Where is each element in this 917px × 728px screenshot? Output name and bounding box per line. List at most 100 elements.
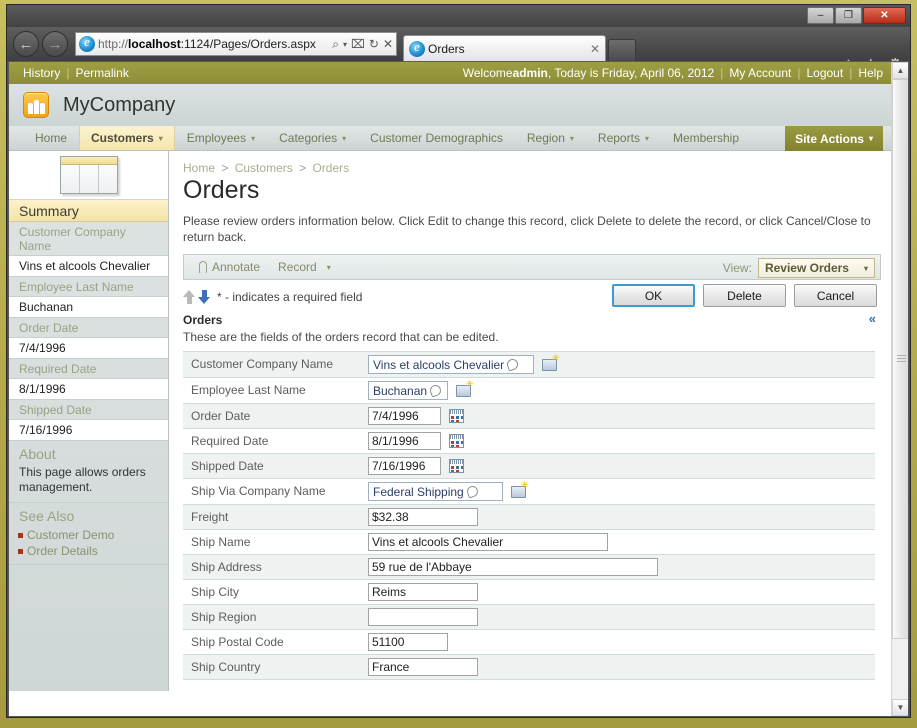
main-content: Home > Customers > Orders Orders Please …	[169, 151, 893, 691]
welcome-prefix: Welcome	[462, 66, 513, 80]
scroll-down-button[interactable]: ▼	[892, 699, 908, 716]
search-icon[interactable]: ⌕	[332, 37, 339, 52]
ship-via-company-name-lookup[interactable]: Federal Shipping	[368, 482, 503, 501]
delete-button-top[interactable]: Delete	[703, 284, 786, 307]
site-actions-button[interactable]: Site Actions ▾	[785, 126, 883, 151]
calendar-icon[interactable]	[449, 459, 464, 473]
form-row-customer-company-name: Customer Company Name Vins et alcools Ch…	[183, 352, 875, 378]
logout-link[interactable]: Logout	[806, 66, 843, 80]
title-bar: – ❐ ✕	[7, 5, 910, 27]
arrow-up-icon[interactable]	[183, 290, 195, 304]
required-date-input[interactable]: 8/1/1996	[368, 432, 441, 450]
forward-button[interactable]: →	[42, 31, 68, 57]
watermark-text: www.heritagechristiancollege.com	[169, 689, 195, 691]
ship-city-input[interactable]: Reims	[368, 583, 478, 601]
pencil-icon[interactable]	[428, 383, 443, 398]
logo-person-3	[39, 103, 45, 114]
field-label: Ship Address	[183, 555, 363, 579]
menu-label: Region	[526, 131, 565, 145]
menu-item-customer-demographics[interactable]: Customer Demographics	[358, 126, 515, 150]
ship-address-input[interactable]: 59 rue de l'Abbaye	[368, 558, 658, 576]
menu-item-reports[interactable]: Reports ▾	[586, 126, 661, 150]
field-value: 7/4/1996	[372, 409, 419, 423]
view-select[interactable]: Review Orders ▾	[757, 258, 875, 278]
form-row-freight: Freight $32.38	[183, 505, 875, 530]
new-record-icon[interactable]	[542, 354, 560, 371]
scroll-up-button[interactable]: ▲	[892, 62, 908, 79]
menu-label: Categories	[279, 131, 338, 145]
scrollbar-thumb[interactable]	[892, 79, 908, 639]
menu-item-home[interactable]: Home	[23, 126, 79, 150]
collapse-section-icon[interactable]: «	[869, 312, 876, 325]
triangle-up-icon: ▲	[896, 66, 905, 75]
close-button[interactable]: ✕	[863, 7, 906, 24]
cancel-label: Cancel	[816, 288, 855, 303]
ok-button-top[interactable]: OK	[612, 284, 695, 307]
menu-label: Customers	[91, 131, 154, 145]
back-button[interactable]: ←	[13, 31, 39, 57]
arrow-down-icon[interactable]	[198, 290, 210, 304]
my-account-link[interactable]: My Account	[729, 66, 791, 80]
calendar-icon[interactable]	[449, 409, 464, 423]
ship-country-input[interactable]: France	[368, 658, 478, 676]
new-record-icon[interactable]	[511, 481, 529, 498]
field-control: 7/16/1996	[363, 454, 875, 478]
field-label: Shipped Date	[183, 454, 363, 478]
breadcrumb-home[interactable]: Home	[183, 161, 215, 175]
page-scrollbar-vertical[interactable]: ▲ ▼	[891, 62, 908, 716]
employee-last-name-lookup[interactable]: Buchanan	[368, 381, 448, 400]
sidebar-link-order-details[interactable]: Order Details	[9, 543, 168, 559]
pencil-icon[interactable]	[465, 484, 480, 499]
ship-postal-code-input[interactable]: 51100	[368, 633, 448, 651]
annotate-button[interactable]: Annotate	[190, 260, 269, 274]
sidebar-see-also-header: See Also	[19, 508, 75, 524]
refresh-icon[interactable]: ↻	[369, 37, 379, 51]
menu-item-membership[interactable]: Membership	[661, 126, 751, 150]
freight-input[interactable]: $32.38	[368, 508, 478, 526]
ship-name-input[interactable]: Vins et alcools Chevalier	[368, 533, 608, 551]
field-control: Vins et alcools Chevalier	[363, 352, 875, 377]
maximize-button[interactable]: ❐	[835, 7, 862, 24]
cancel-button-top[interactable]: Cancel	[794, 284, 877, 307]
form-row-ship-region: Ship Region	[183, 605, 875, 630]
calendar-icon[interactable]	[449, 434, 464, 448]
breadcrumb-separator: >	[299, 161, 307, 175]
menu-item-categories[interactable]: Categories ▾	[267, 126, 358, 150]
ok-label: OK	[644, 288, 663, 303]
shipped-date-input[interactable]: 7/16/1996	[368, 457, 441, 475]
new-record-icon[interactable]	[456, 380, 474, 397]
tab-close-icon[interactable]: ✕	[590, 42, 600, 56]
minimize-button[interactable]: –	[807, 7, 834, 24]
help-link[interactable]: Help	[858, 66, 883, 80]
chevron-down-icon: ▾	[644, 133, 649, 143]
record-menu-button[interactable]: Record ▾	[269, 260, 340, 274]
history-link[interactable]: History	[23, 66, 60, 80]
order-date-input[interactable]: 7/4/1996	[368, 407, 441, 425]
field-value: Buchanan	[373, 383, 428, 398]
tab-orders[interactable]: Orders ✕	[403, 35, 606, 61]
pencil-icon[interactable]	[505, 357, 520, 372]
chevron-down-icon[interactable]: ▾	[343, 40, 347, 49]
compatibility-view-icon[interactable]: ⌧	[351, 37, 365, 51]
menu-item-employees[interactable]: Employees ▾	[175, 126, 267, 150]
customer-company-name-lookup[interactable]: Vins et alcools Chevalier	[368, 355, 534, 374]
field-control: 51100	[363, 630, 875, 654]
new-tab-button[interactable]	[608, 39, 636, 61]
sidebar-link-customer-demo[interactable]: Customer Demo	[9, 527, 168, 543]
grid-icon-columns	[61, 165, 117, 193]
field-label: Required Date	[183, 429, 363, 453]
address-bar[interactable]: http://localhost:1124/Pages/Orders.aspx …	[75, 32, 397, 56]
stop-icon[interactable]: ✕	[383, 37, 393, 51]
ship-region-input[interactable]	[368, 608, 478, 626]
permalink-link[interactable]: Permalink	[75, 66, 128, 80]
orders-form: Customer Company Name Vins et alcools Ch…	[183, 351, 875, 680]
field-value: $32.38	[372, 510, 409, 524]
welcome-area: Welcome admin, Today is Friday, April 06…	[463, 62, 883, 84]
menu-item-region[interactable]: Region ▾	[515, 126, 586, 150]
menu-item-customers[interactable]: Customers ▾	[79, 126, 175, 150]
field-value: 51100	[372, 635, 405, 649]
sidebar-field-label: Order Date	[9, 318, 168, 338]
view-label: View:	[722, 261, 752, 275]
url-host: localhost	[128, 37, 181, 51]
breadcrumb-customers[interactable]: Customers	[235, 161, 293, 175]
